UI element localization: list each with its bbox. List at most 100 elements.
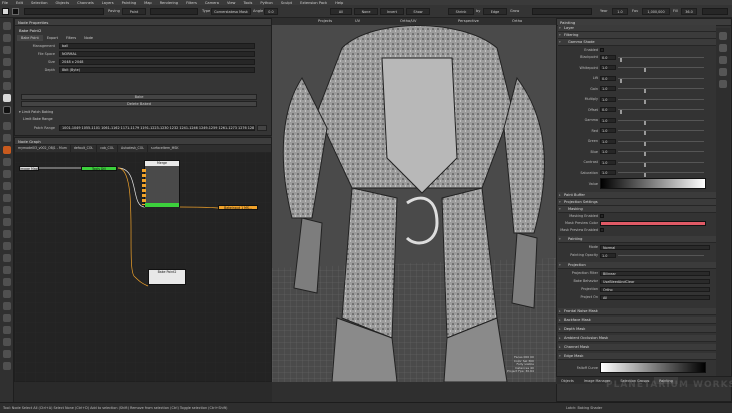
merge-node-output[interactable] bbox=[145, 203, 179, 207]
brush-tool-icon[interactable] bbox=[3, 22, 11, 30]
menu-python[interactable]: Python bbox=[260, 1, 272, 5]
gamma-row-value-field[interactable]: 0.0 bbox=[600, 107, 616, 112]
merge-node-inputs[interactable] bbox=[142, 169, 146, 205]
rotate-tool-icon[interactable] bbox=[3, 182, 11, 190]
patch-range-field[interactable]: 1001-1049 1055-1101 1061-1162 1171-1179 … bbox=[59, 125, 255, 131]
gamma-row-value-field[interactable]: 1.0 bbox=[600, 170, 616, 175]
gamma-row-slider-knob[interactable] bbox=[619, 78, 622, 83]
marquee-tool-icon[interactable] bbox=[3, 218, 11, 226]
ambient-occlusion-mask-section[interactable]: Ambient Occlusion Mask bbox=[558, 335, 716, 342]
timeline-area[interactable] bbox=[272, 382, 556, 402]
bg-color-icon[interactable] bbox=[3, 106, 11, 114]
projection-dropdown[interactable]: Ortho bbox=[600, 286, 710, 292]
clone-tool-icon[interactable] bbox=[3, 46, 11, 54]
move-tool-icon[interactable] bbox=[3, 170, 11, 178]
tab-objects[interactable]: Objects bbox=[556, 377, 579, 384]
painting-section[interactable]: Painting bbox=[558, 236, 716, 243]
node-graph-tab-4[interactable]: surfaceItem_MSK bbox=[148, 145, 182, 152]
depth-mask-section[interactable]: Depth Mask bbox=[558, 326, 716, 333]
view-controls[interactable] bbox=[702, 8, 728, 15]
gamma-row-slider-knob[interactable] bbox=[643, 99, 646, 104]
gamma-row-slider-knob[interactable] bbox=[619, 110, 622, 114]
paint-buffer-section[interactable]: Paint Buffer bbox=[558, 192, 716, 199]
mask-preview-color-swatch[interactable] bbox=[600, 220, 706, 226]
menu-help[interactable]: Help bbox=[335, 1, 343, 5]
gamma-row-slider[interactable] bbox=[618, 109, 704, 114]
viewport-tab-perspective[interactable]: Perspective bbox=[458, 18, 479, 25]
gamma-row-slider-knob[interactable] bbox=[643, 141, 646, 146]
smear-tool-icon[interactable] bbox=[3, 58, 11, 66]
paint-mode-dropdown[interactable]: Paint bbox=[122, 8, 146, 15]
gamma-row-slider-knob[interactable] bbox=[643, 131, 646, 135]
depth-dropdown[interactable]: 8bit (Byte) bbox=[59, 67, 255, 73]
file-space-dropdown[interactable]: NORMAL bbox=[59, 51, 255, 57]
shelf-icon[interactable] bbox=[719, 44, 727, 52]
falloff-curve-gradient[interactable] bbox=[600, 362, 706, 373]
tab-filters[interactable]: Filters bbox=[62, 35, 80, 41]
eraser-tool-icon[interactable] bbox=[3, 34, 11, 42]
bakeinput-node[interactable]: Bakeinput 1 MS... bbox=[218, 205, 258, 210]
shrink-by-dropdown[interactable]: Edge bbox=[483, 8, 507, 15]
gamma-row-value-field[interactable]: 1.0 bbox=[600, 149, 616, 154]
tab-bake-point[interactable]: Bake Point bbox=[17, 35, 43, 41]
gamma-row-slider[interactable] bbox=[618, 119, 704, 125]
gamma-row-slider-knob[interactable] bbox=[643, 120, 646, 125]
project-on-dropdown[interactable]: All bbox=[600, 294, 710, 300]
value-gradient[interactable] bbox=[600, 178, 706, 189]
menu-sculpt[interactable]: Sculpt bbox=[281, 1, 292, 5]
gamma-row-slider[interactable] bbox=[618, 77, 704, 83]
gradient-tool-icon[interactable] bbox=[3, 134, 11, 142]
gamma-row-slider[interactable] bbox=[618, 67, 704, 72]
gamma-row-value-field[interactable]: 0.0 bbox=[600, 54, 616, 60]
face-select-icon[interactable] bbox=[3, 242, 11, 250]
masking-enabled-checkbox[interactable] bbox=[600, 214, 604, 218]
menu-map[interactable]: Map bbox=[144, 1, 152, 5]
channel-mask-section[interactable]: Channel Mask bbox=[558, 344, 716, 351]
gamma-row-slider[interactable] bbox=[618, 140, 704, 146]
projection-settings-section[interactable]: Projection Settings bbox=[558, 199, 716, 206]
grid-icon[interactable] bbox=[3, 338, 11, 346]
viewport-tab-projects[interactable]: Projects bbox=[318, 18, 332, 25]
gamma-row-slider[interactable] bbox=[618, 151, 704, 156]
camera-icon[interactable] bbox=[3, 314, 11, 322]
frontal-noise-mask-section[interactable]: Frontal Noise Mask bbox=[558, 308, 716, 315]
node-graph-tab-2[interactable]: cob_COL bbox=[97, 145, 119, 152]
fill-field[interactable]: 36.0 bbox=[681, 8, 697, 15]
channels-icon[interactable] bbox=[719, 56, 727, 64]
lasso-tool-icon[interactable] bbox=[3, 206, 11, 214]
projection-filter-dropdown[interactable]: Bilinear bbox=[600, 270, 710, 276]
image-mask-node[interactable]: image Mask bbox=[19, 166, 39, 171]
menu-view[interactable]: View bbox=[227, 1, 236, 5]
zoom-icon[interactable] bbox=[3, 290, 11, 298]
select-tool-icon[interactable] bbox=[3, 82, 11, 90]
tab-node[interactable]: Node bbox=[80, 35, 97, 41]
menu-edit[interactable]: Edit bbox=[16, 1, 23, 5]
menu-tools[interactable]: Tools bbox=[244, 1, 253, 5]
limit-patch-baking-toggle[interactable]: ▾ Limit Patch Baking bbox=[19, 110, 53, 114]
gamma-row-value-field[interactable]: 1.0 bbox=[600, 128, 616, 133]
tab-export[interactable]: Export bbox=[43, 35, 62, 41]
eyedropper-icon[interactable] bbox=[3, 266, 11, 274]
gamma-row-slider[interactable] bbox=[618, 56, 704, 62]
fov-field[interactable]: 1,000,000 bbox=[642, 8, 670, 15]
menu-camera[interactable]: Camera bbox=[205, 1, 219, 5]
blur-tool-icon[interactable] bbox=[3, 70, 11, 78]
gamma-row-slider[interactable] bbox=[618, 98, 704, 104]
size-dropdown[interactable]: 2048 x 2048 bbox=[59, 59, 255, 65]
patch-select-icon[interactable] bbox=[3, 230, 11, 238]
color-swatch-fg[interactable] bbox=[2, 8, 9, 15]
shrink-button[interactable]: Shrink bbox=[448, 8, 474, 15]
gamma-row-value-field[interactable]: 1.0 bbox=[600, 117, 616, 123]
filtering-section[interactable]: Filtering bbox=[558, 32, 716, 39]
year-field[interactable]: 1.0 bbox=[612, 8, 628, 15]
layers-icon[interactable] bbox=[719, 32, 727, 40]
gamma-row-value-field[interactable]: 1.0 bbox=[600, 86, 616, 91]
menu-selection[interactable]: Selection bbox=[31, 1, 48, 5]
management-field[interactable]: ball bbox=[59, 43, 255, 49]
mask-icon[interactable] bbox=[3, 350, 11, 358]
viewport-tab-ortho[interactable]: Ortho bbox=[512, 18, 522, 25]
merge-node[interactable]: Merge bbox=[142, 160, 180, 207]
fill-tool-icon[interactable] bbox=[3, 122, 11, 130]
3d-viewport[interactable]: Faces 000 00 Color Sel 300 Fully visible… bbox=[272, 18, 556, 382]
mask-preview-enabled-checkbox[interactable] bbox=[600, 228, 604, 232]
